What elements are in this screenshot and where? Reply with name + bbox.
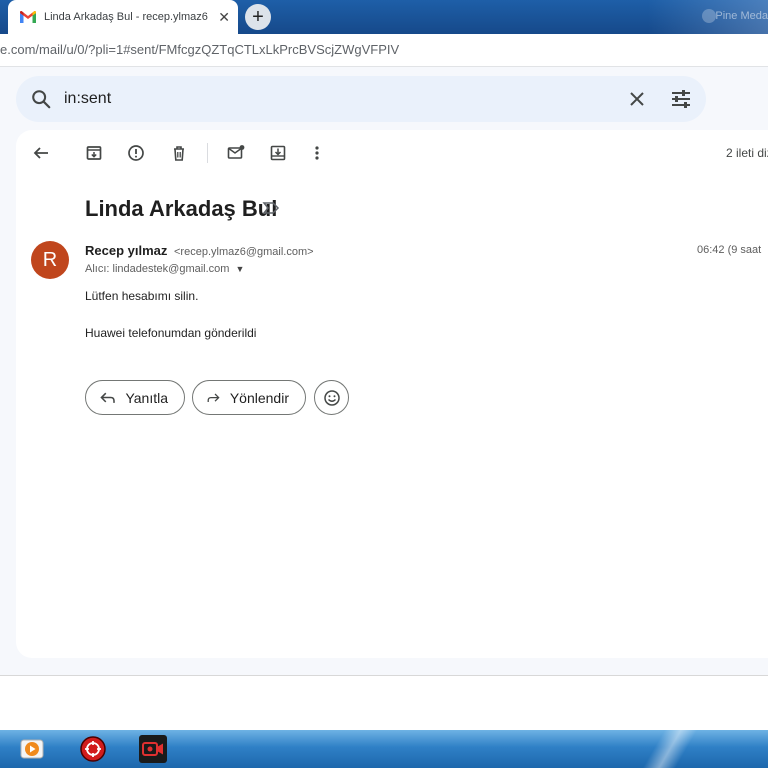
screen-recorder-icon[interactable] <box>138 734 168 764</box>
reply-label: Yanıtla <box>125 389 168 406</box>
message-card: 2 ileti diz Linda Arkadaş Bul R Recep yı… <box>16 130 768 658</box>
recipient-text: Alıcı: lindadestek@gmail.com <box>85 263 230 275</box>
message-body-line: Lütfen hesabımı silin. <box>85 289 199 303</box>
sender-name[interactable]: Recep yılmaz <box>85 243 167 258</box>
delete-icon[interactable] <box>168 142 190 164</box>
new-tab-button[interactable]: + <box>245 4 271 30</box>
important-label-icon[interactable] <box>262 200 280 216</box>
forward-label: Yönlendir <box>229 389 289 406</box>
gmail-logo-icon <box>20 11 36 23</box>
recipient-line[interactable]: Alıcı: lindadestek@gmail.com ▼ <box>85 263 244 275</box>
taskbar-highlight <box>640 730 700 768</box>
url-text[interactable]: e.com/mail/u/0/?pli=1#sent/FMfcgzQZTqCTL… <box>0 42 399 57</box>
archive-icon[interactable] <box>83 142 105 164</box>
forward-button[interactable]: Yönlendir <box>192 380 306 415</box>
search-icon[interactable] <box>30 88 52 110</box>
profile-icon <box>702 9 716 23</box>
window-title-text: Pine Meda <box>715 10 768 22</box>
clear-icon[interactable] <box>628 90 646 108</box>
sender-email: <recep.ylmaz6@gmail.com> <box>174 246 314 258</box>
search-input[interactable]: in:sent <box>64 90 111 108</box>
emoji-icon <box>323 389 340 406</box>
report-spam-icon[interactable] <box>125 142 147 164</box>
back-icon[interactable] <box>30 142 52 164</box>
more-icon[interactable] <box>306 142 328 164</box>
page-bottom-area <box>0 675 768 730</box>
reply-icon <box>100 392 115 403</box>
sender-info: Recep yılmaz <recep.ylmaz6@gmail.com> <box>85 243 314 258</box>
toolbar-divider <box>207 143 208 163</box>
avatar[interactable]: R <box>31 241 69 279</box>
emoji-reaction-button[interactable] <box>314 380 349 415</box>
search-bar[interactable]: in:sent <box>16 76 706 122</box>
app-red-icon[interactable] <box>78 734 108 764</box>
mark-unread-icon[interactable] <box>225 142 247 164</box>
message-time: 06:42 (9 saat <box>697 244 762 256</box>
tab-close-icon[interactable]: ✕ <box>218 9 230 26</box>
os-taskbar <box>0 730 768 768</box>
move-to-icon[interactable] <box>267 142 289 164</box>
message-signature: Huawei telefonumdan gönderildi <box>85 326 257 340</box>
tab-title: Linda Arkadaş Bul - recep.ylmaz6 <box>44 11 208 23</box>
media-player-icon[interactable] <box>17 734 47 764</box>
search-options-icon[interactable] <box>670 89 692 109</box>
address-bar[interactable]: e.com/mail/u/0/?pli=1#sent/FMfcgzQZTqCTL… <box>0 34 768 67</box>
browser-tab-strip: Linda Arkadaş Bul - recep.ylmaz6 ✕ + Pin… <box>0 0 768 34</box>
chevron-down-icon[interactable]: ▼ <box>235 264 244 274</box>
message-toolbar: 2 ileti diz <box>16 130 768 176</box>
browser-tab[interactable]: Linda Arkadaş Bul - recep.ylmaz6 ✕ <box>8 0 238 34</box>
reply-button[interactable]: Yanıtla <box>85 380 185 415</box>
thread-count: 2 ileti diz <box>726 146 768 160</box>
forward-icon <box>207 393 220 402</box>
email-subject: Linda Arkadaş Bul <box>85 196 278 221</box>
